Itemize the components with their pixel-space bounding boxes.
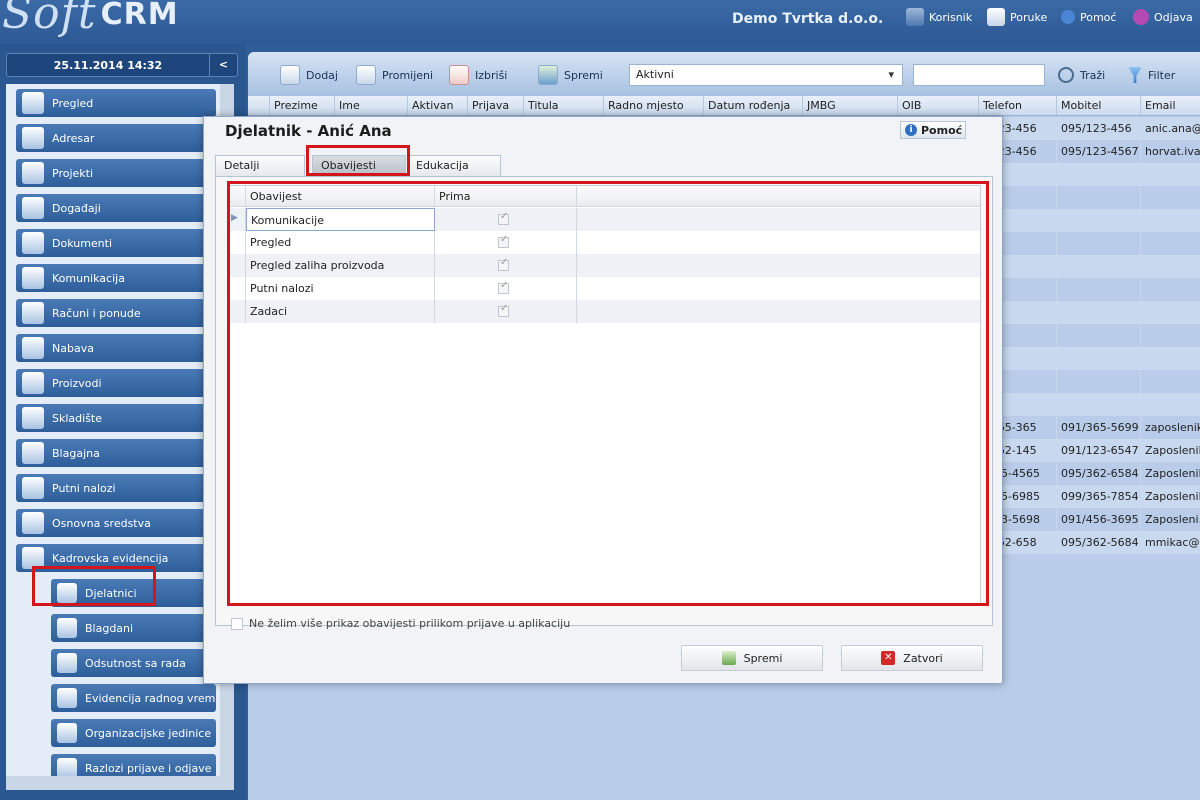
search-icon: [1058, 67, 1074, 83]
nav-sub-razlozi[interactable]: Razlozi prijave i odjave: [51, 754, 216, 776]
notifications-panel: Obavijest Prima ▶ Komunikacije Pregled P…: [215, 176, 993, 626]
col-jmbg[interactable]: JMBG: [803, 96, 898, 115]
documents-icon: [22, 232, 44, 254]
add-button[interactable]: Dodaj: [280, 62, 338, 88]
nav-item-blagajna[interactable]: Blagajna: [16, 439, 216, 467]
projects-icon: [22, 162, 44, 184]
nav-item-komunikacija[interactable]: Komunikacija: [16, 264, 216, 292]
app-logo: Soft CRM: [2, 0, 179, 39]
communication-icon: [22, 267, 44, 289]
nav-list: Pregled Adresar Projekti Događaji Dokume…: [6, 84, 220, 776]
no-show-checkbox[interactable]: [231, 617, 243, 630]
col-datum-rodjenja[interactable]: Datum rođenja: [704, 96, 803, 115]
no-show-option[interactable]: Ne želim više prikaz obavijesti prilikom…: [231, 617, 570, 630]
nav-item-proizvodi[interactable]: Proizvodi: [16, 369, 216, 397]
invoice-icon: [22, 302, 44, 324]
highlight-grid: [227, 181, 989, 606]
employee-dialog: Djelatnik - Anić Ana i Pomoć Detalji Obav…: [203, 116, 1003, 684]
products-icon: [22, 372, 44, 394]
col-aktivan[interactable]: Aktivan: [408, 96, 468, 115]
col-titula[interactable]: Titula: [524, 96, 604, 115]
filter-icon: [1128, 67, 1142, 83]
help-button[interactable]: Pomoć: [1057, 4, 1120, 30]
col-oib[interactable]: OIB: [898, 96, 979, 115]
col-ime[interactable]: Ime: [335, 96, 408, 115]
save-icon: [538, 65, 558, 85]
power-icon: [1133, 9, 1149, 25]
search-input[interactable]: [913, 64, 1045, 86]
nav-item-racuni[interactable]: Računi i ponude: [16, 299, 216, 327]
nav-sub-org-jedinice[interactable]: Organizacijske jedinice: [51, 719, 216, 747]
cash-register-icon: [22, 442, 44, 464]
user-button[interactable]: Korisnik: [902, 4, 976, 30]
save-grid-button[interactable]: Spremi: [538, 62, 603, 88]
nav-sub-odsutnost[interactable]: Odsutnost sa rada: [51, 649, 216, 677]
help-icon: [1061, 10, 1075, 24]
col-email[interactable]: Email: [1141, 96, 1200, 115]
filter-select[interactable]: Aktivni: [629, 64, 903, 86]
toolbar: Dodaj Promijeni Izbriši Spremi Aktivni T…: [248, 52, 1200, 96]
messages-button[interactable]: Poruke: [983, 4, 1051, 30]
reasons-icon: [57, 758, 77, 776]
logout-button[interactable]: Odjava: [1129, 4, 1197, 30]
datetime-box: 25.11.2014 14:32 <: [6, 53, 238, 77]
nav-item-projekti[interactable]: Projekti: [16, 159, 216, 187]
filter-button[interactable]: Filter: [1128, 62, 1175, 88]
col-prijava[interactable]: Prijava: [468, 96, 524, 115]
delete-icon: [449, 65, 469, 85]
company-name: Demo Tvrtka d.o.o.: [732, 11, 884, 27]
sidebar-horizontal-scrollbar[interactable]: [6, 776, 234, 790]
highlight-djelatnici: [32, 566, 156, 606]
address-book-icon: [22, 127, 44, 149]
col-radno-mjesto[interactable]: Radno mjesto: [604, 96, 704, 115]
delete-button[interactable]: Izbriši: [449, 62, 507, 88]
col-mobitel[interactable]: Mobitel: [1057, 96, 1141, 115]
search-button[interactable]: Traži: [1058, 62, 1105, 88]
nav-sub-blagdani[interactable]: Blagdani: [51, 614, 216, 642]
assets-icon: [22, 512, 44, 534]
add-icon: [280, 65, 300, 85]
save-button[interactable]: Spremi: [681, 645, 823, 671]
nav-item-putni-nalozi[interactable]: Putni nalozi: [16, 474, 216, 502]
tab-edukacija[interactable]: Edukacija: [407, 155, 501, 176]
nav-item-osnovna-sredstva[interactable]: Osnovna sredstva: [16, 509, 216, 537]
travel-order-icon: [22, 477, 44, 499]
edit-button[interactable]: Promijeni: [356, 62, 433, 88]
messages-icon: [987, 8, 1005, 26]
calendar-icon: [22, 197, 44, 219]
dialog-title: Djelatnik - Anić Ana: [225, 122, 392, 140]
grid-header: Prezime Ime Aktivan Prijava Titula Radno…: [248, 96, 1200, 116]
save-icon: [721, 651, 736, 665]
overview-icon: [22, 92, 44, 114]
nav-item-pregled[interactable]: Pregled: [16, 89, 216, 117]
nav-item-dogadaji[interactable]: Događaji: [16, 194, 216, 222]
holiday-icon: [57, 618, 77, 638]
close-icon: ✕: [881, 651, 896, 665]
col-telefon[interactable]: Telefon: [979, 96, 1057, 115]
nav-item-nabava[interactable]: Nabava: [16, 334, 216, 362]
worktime-icon: [57, 688, 77, 708]
org-chart-icon: [57, 723, 77, 743]
warehouse-icon: [22, 407, 44, 429]
absence-icon: [57, 653, 77, 673]
collapse-sidebar-button[interactable]: <: [209, 54, 237, 76]
nav-item-dokumenti[interactable]: Dokumenti: [16, 229, 216, 257]
procurement-icon: [22, 337, 44, 359]
info-icon: i: [905, 124, 917, 136]
nav-item-adresar[interactable]: Adresar: [16, 124, 216, 152]
close-button[interactable]: ✕ Zatvori: [841, 645, 983, 671]
nav-sub-evidencija[interactable]: Evidencija radnog vremena: [51, 684, 216, 712]
no-show-label: Ne želim više prikaz obavijesti prilikom…: [249, 617, 571, 630]
user-icon: [906, 8, 924, 26]
datetime: 25.11.2014 14:32: [53, 58, 163, 72]
col-prezime[interactable]: Prezime: [270, 96, 335, 115]
edit-icon: [356, 65, 376, 85]
highlight-tab: [306, 145, 410, 176]
tab-detalji[interactable]: Detalji: [215, 155, 305, 176]
dialog-help-button[interactable]: i Pomoć: [900, 121, 966, 139]
top-bar: Soft CRM Demo Tvrtka d.o.o. Korisnik Poru…: [0, 0, 1200, 44]
nav-item-skladiste[interactable]: Skladište: [16, 404, 216, 432]
